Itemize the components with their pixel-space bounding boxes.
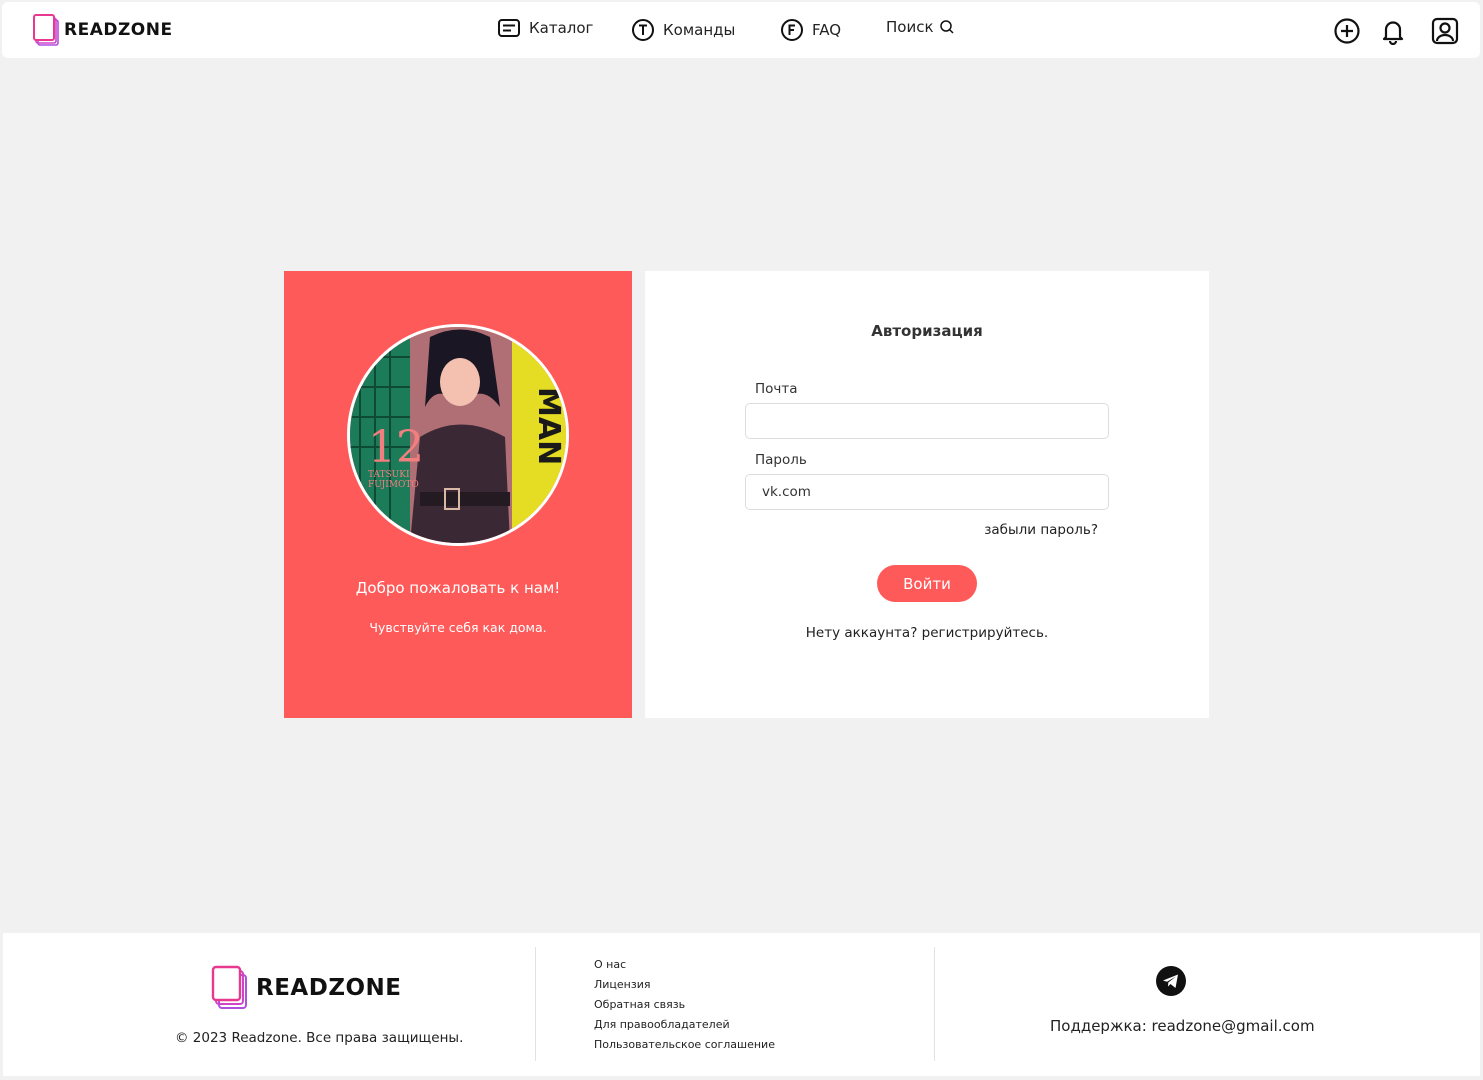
footer-link-feedback[interactable]: Обратная связь [594,998,775,1018]
nav-search-label: Поиск [886,18,934,36]
logo-icon [33,14,59,46]
nav-teams[interactable]: Команды [631,18,735,42]
welcome-subtitle: Чувствуйте себя как дома. [369,620,547,635]
email-field[interactable] [745,403,1109,439]
footer-links: О нас Лицензия Обратная связь Для правоо… [594,958,775,1058]
welcome-panel: MAN 12 TATSUKI FUJIMOTO Добро пожаловать… [284,271,632,718]
cover-volume-number: 12 [368,422,424,473]
list-icon [498,19,520,37]
footer-divider [934,947,935,1061]
manga-cover-image: MAN 12 TATSUKI FUJIMOTO [350,327,566,543]
auth-title: Авторизация [871,322,983,340]
nav-catalog[interactable]: Каталог [497,18,593,38]
logo-icon [211,965,247,1009]
password-field[interactable] [745,474,1109,510]
footer-link-user-agreement[interactable]: Пользовательское соглашение [594,1038,775,1058]
t-circle-icon [632,19,654,41]
manga-cover-avatar: MAN 12 TATSUKI FUJIMOTO [347,324,569,546]
welcome-title: Добро пожаловать к нам! [355,579,561,597]
user-icon[interactable] [1431,17,1459,45]
nav-teams-label: Команды [663,21,736,39]
footer-link-license[interactable]: Лицензия [594,978,775,998]
email-label: Почта [755,381,798,397]
footer-logo[interactable]: READZONE [211,965,402,1011]
footer: READZONE © 2023 Readzone. Все права защи… [3,933,1480,1076]
cover-spine-text: MAN [531,387,566,465]
cover-author-line1: TATSUKI [368,470,410,480]
top-header: READZONE Каталог Команды FAQ Поиск [2,2,1480,58]
password-label: Пароль [755,452,807,468]
footer-divider [535,947,536,1061]
telegram-icon[interactable] [1155,965,1187,997]
footer-brand-name: READZONE [256,975,402,1001]
login-button[interactable]: Войти [877,565,977,602]
auth-panel: Авторизация Почта Пароль забыли пароль? … [645,271,1209,718]
copyright-text: © 2023 Readzone. Все права защищены. [175,1030,464,1046]
nav-search[interactable]: Поиск [886,18,955,36]
f-circle-icon [781,19,803,41]
nav-faq[interactable]: FAQ [780,18,841,42]
forgot-password-link[interactable]: забыли пароль? [984,522,1098,538]
footer-link-about[interactable]: О нас [594,958,775,978]
brand-name: READZONE [64,20,173,40]
nav-catalog-label: Каталог [529,19,594,37]
search-icon [939,20,954,34]
nav-faq-label: FAQ [812,21,842,39]
support-contact: Поддержка: readzone@gmail.com [1050,1017,1315,1035]
footer-link-rightholders[interactable]: Для правообладателей [594,1018,775,1038]
plus-circle-icon[interactable] [1333,17,1361,45]
cover-author-line2: FUJIMOTO [368,480,419,490]
bell-icon[interactable] [1379,17,1407,45]
header-logo[interactable]: READZONE [32,13,173,47]
register-link[interactable]: Нету аккаунта? регистрируйтесь. [645,625,1209,641]
